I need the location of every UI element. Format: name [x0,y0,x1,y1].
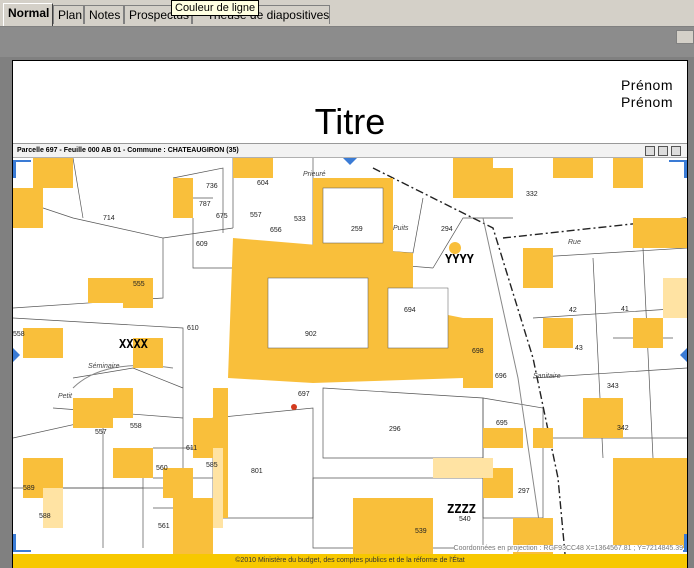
map-footer: ©2010 Ministère du budget, des comptes p… [13,554,687,568]
slide-title[interactable]: Titre [13,101,687,143]
workarea-gutter [0,27,694,57]
street-label: Séminaire [88,363,120,370]
street-label: Rue [568,239,581,246]
parcel-number: 259 [351,226,363,233]
print-icon [645,146,655,156]
parcel-number: 558 [130,423,142,430]
parcel-number: 694 [404,307,416,314]
map-labels: Prieuré Séminaire Petit Puits Rue Sanita… [13,171,629,535]
parcel-number: 296 [389,426,401,433]
parcel-number: 787 [199,201,211,208]
parcel-number: 43 [575,345,583,352]
parcel-number: 343 [607,383,619,390]
tab-normal[interactable]: Normal [3,3,53,26]
parcel-number: 610 [187,325,199,332]
parcel-number: 801 [251,468,263,475]
parcel-number: 589 [23,485,35,492]
parcel-number: 332 [526,191,538,198]
parcel-number: 588 [39,513,51,520]
parcel-number: 555 [133,281,145,288]
parcel-number: 695 [496,420,508,427]
scroll-button[interactable] [676,30,694,44]
parcel-number: 656 [270,227,282,234]
save-icon [658,146,668,156]
slide-canvas[interactable]: Prénom Prénom Titre Parcelle 697 - Feuil… [12,60,688,568]
window-icon [671,146,681,156]
parcel-number: 609 [196,241,208,248]
parcel-number: 696 [495,373,507,380]
tag-zzzz: ZZZZ [447,502,476,516]
street-label: Prieuré [303,171,326,178]
parcel-number: 736 [206,183,218,190]
parcel-number: 697 [298,391,310,398]
parcel-number: 585 [206,462,218,469]
map-header-text: Parcelle 697 - Feuille 000 AB 01 - Commu… [17,147,239,154]
parcel-number: 557 [95,429,107,436]
map-header: Parcelle 697 - Feuille 000 AB 01 - Commu… [13,144,687,158]
tag-yyyy: YYYY [445,252,475,266]
parcel-number: 561 [158,523,170,530]
tag-xxxx: XXXX [119,337,149,351]
view-tab-bar: Normal Plan Notes Prospectus Trieuse de … [0,0,694,27]
name-line-1: Prénom [620,77,673,93]
parcel-number: 533 [294,216,306,223]
tooltip: Couleur de ligne [171,0,260,16]
street-label: Petit [58,393,73,400]
parcel-number: 557 [250,212,262,219]
parcel-number: 342 [617,425,629,432]
tab-plan[interactable]: Plan [53,5,84,24]
cadastral-map-image[interactable]: Parcelle 697 - Feuille 000 AB 01 - Commu… [13,143,687,568]
parcel-number: 902 [305,331,317,338]
parcel-number: 675 [216,213,228,220]
map-coordinates: Coordonnées en projection : RGF93CC48 X=… [453,545,683,552]
parcel-number: 42 [569,307,577,314]
parcel-number: 539 [415,528,427,535]
parcel-number: 297 [518,488,530,495]
parcel-number: 294 [441,226,453,233]
street-label: Puits [393,225,409,232]
parcel-number: 698 [472,348,484,355]
parcel-number: 611 [186,445,197,452]
tab-notes[interactable]: Notes [84,5,124,24]
parcel-number: 560 [156,465,168,472]
parcel-number: 714 [103,215,115,222]
parcel-number: 604 [257,180,269,187]
parcel-number: 41 [621,306,629,313]
parcel-number: 540 [459,516,471,523]
street-label: Sanitaire [533,373,561,380]
parcel-number: 558 [13,331,25,338]
